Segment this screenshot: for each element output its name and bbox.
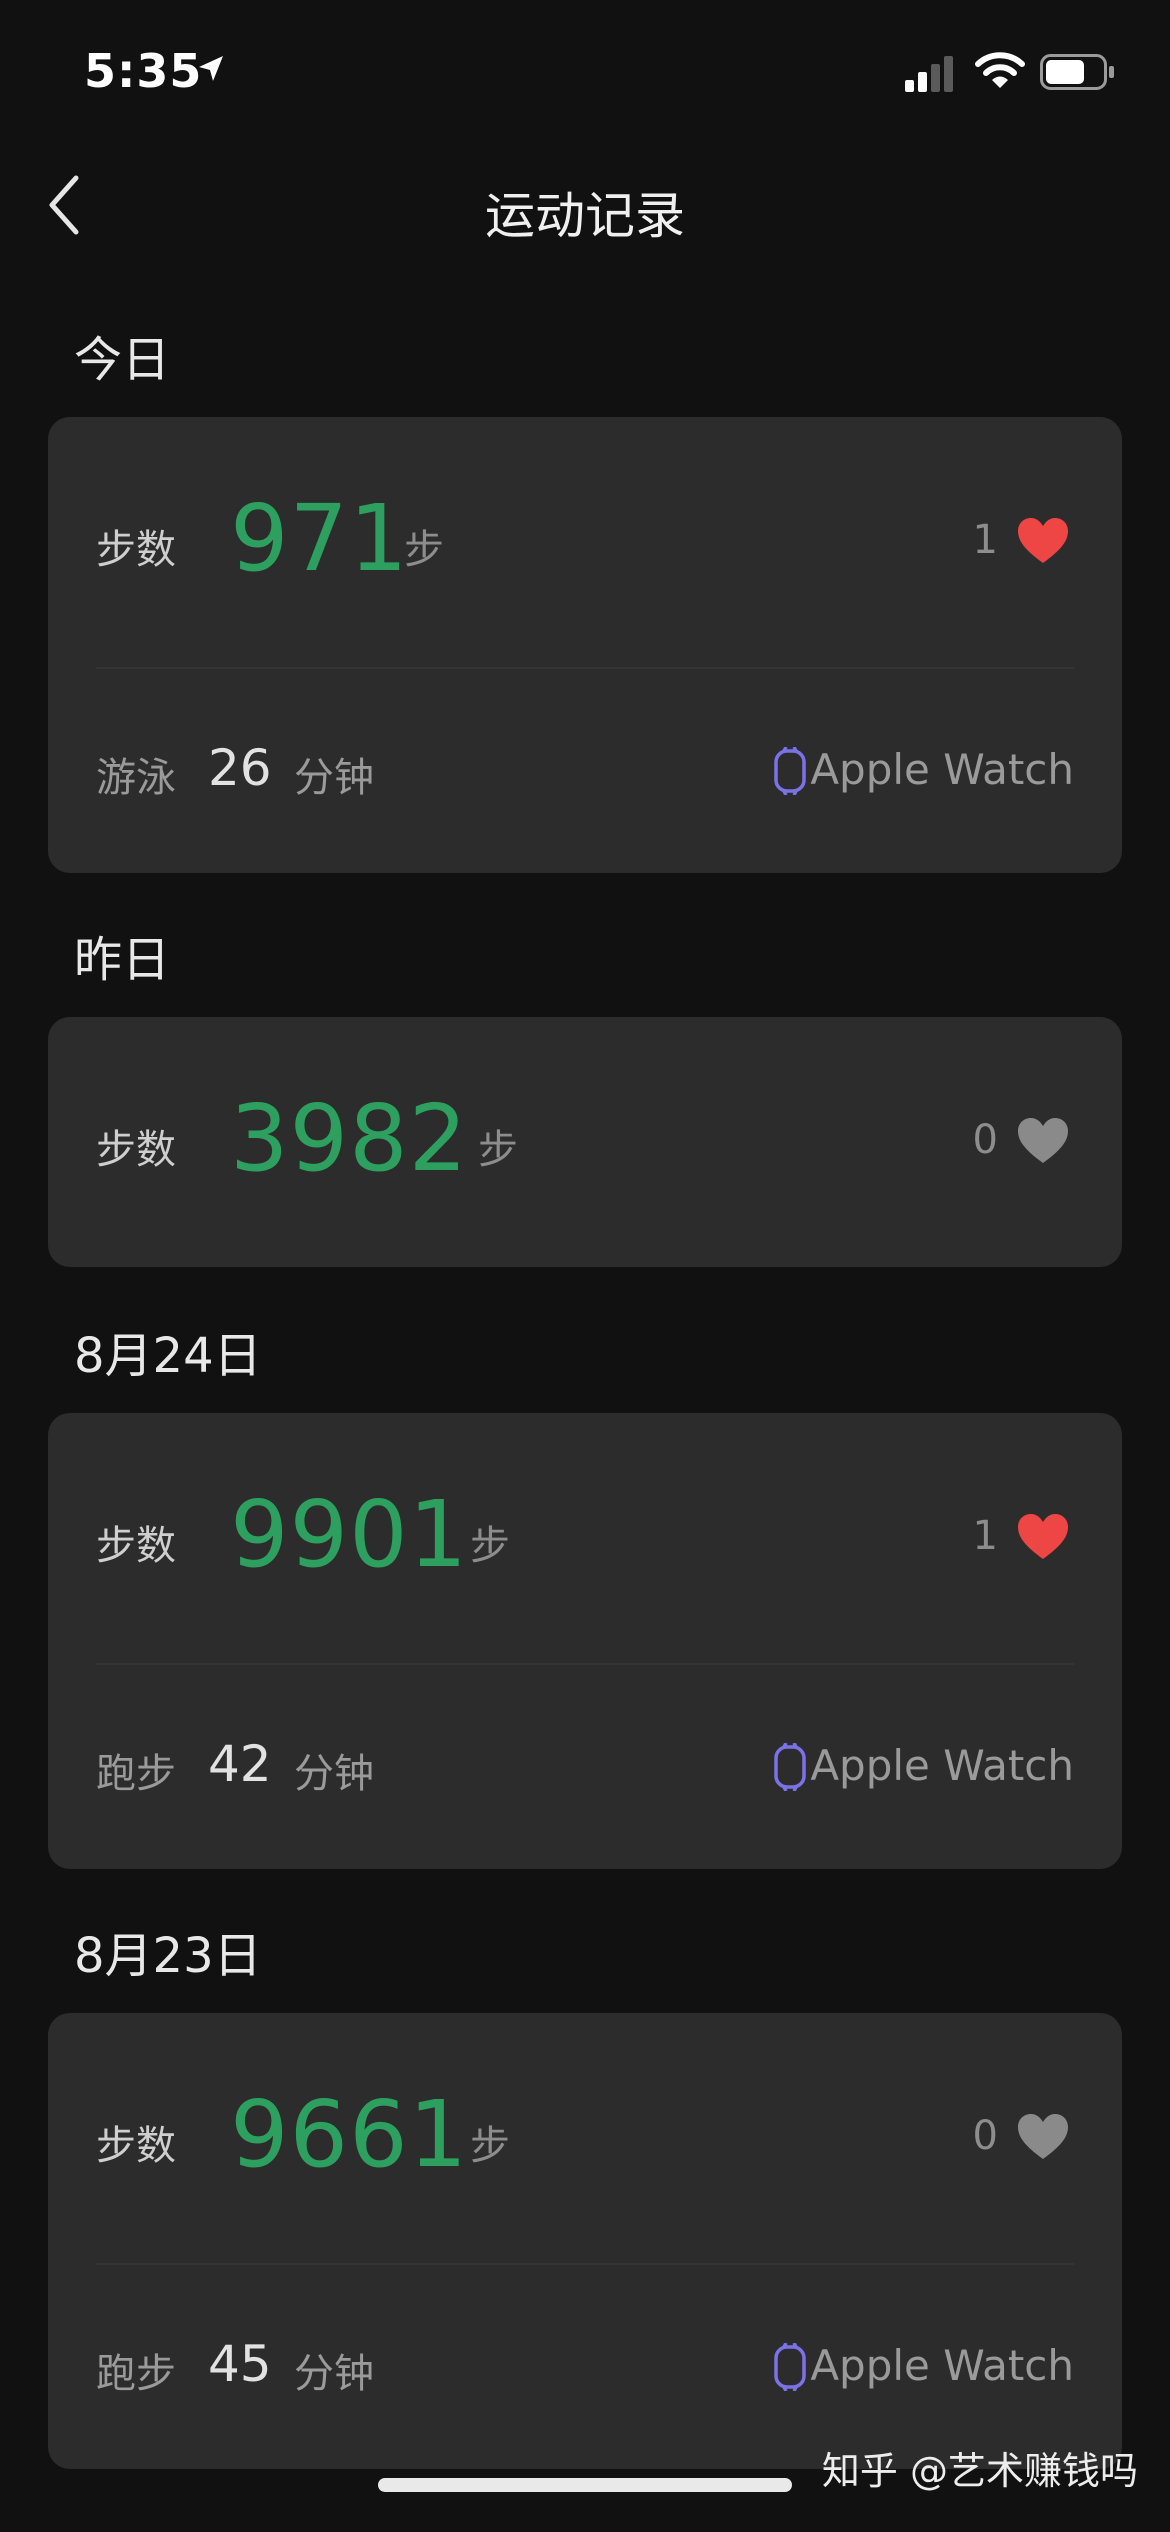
steps-unit: 步 xyxy=(404,527,444,573)
home-indicator[interactable] xyxy=(378,2478,792,2492)
wifi-icon xyxy=(975,52,1025,88)
steps-label: 步数 xyxy=(96,1523,176,1569)
steps-row: 步数 9661 步 0 xyxy=(48,2013,1122,2263)
steps-value: 971 xyxy=(230,485,409,592)
cellular-signal-icon xyxy=(905,56,953,92)
steps-label: 步数 xyxy=(96,527,176,573)
apple-watch-icon xyxy=(774,747,806,795)
heart-icon[interactable] xyxy=(1016,1117,1070,1165)
day-card-yesterday[interactable]: 步数 3982 步 0 xyxy=(48,1017,1122,1267)
day-card-today[interactable]: 步数 971 步 1 游泳 26 分钟 Apple Watch xyxy=(48,417,1122,873)
steps-unit: 步 xyxy=(470,2123,510,2169)
heart-icon[interactable] xyxy=(1016,517,1070,565)
steps-label: 步数 xyxy=(96,1127,176,1173)
steps-label: 步数 xyxy=(96,2123,176,2169)
activity-row: 跑步 45 分钟 Apple Watch xyxy=(48,2265,1122,2469)
activity-row: 跑步 42 分钟 Apple Watch xyxy=(48,1665,1122,1869)
day-card-aug24[interactable]: 步数 9901 步 1 跑步 42 分钟 Apple Watch xyxy=(48,1413,1122,1869)
activity-name: 跑步 xyxy=(96,1751,176,1797)
steps-value: 9901 xyxy=(230,1481,469,1588)
like-count: 1 xyxy=(972,1513,998,1559)
watermark: 知乎 @艺术赚钱吗 xyxy=(821,2449,1138,2493)
heart-icon[interactable] xyxy=(1016,1513,1070,1561)
location-arrow-icon xyxy=(199,56,223,81)
steps-unit: 步 xyxy=(478,1127,518,1173)
heart-icon[interactable] xyxy=(1016,2113,1070,2161)
activity-row: 游泳 26 分钟 Apple Watch xyxy=(48,669,1122,873)
source-label: Apple Watch xyxy=(810,745,1074,794)
steps-row: 步数 971 步 1 xyxy=(48,417,1122,667)
section-title-yesterday: 昨日 xyxy=(74,932,171,988)
activity-minutes: 42 xyxy=(208,1735,272,1793)
minutes-unit: 分钟 xyxy=(294,755,374,801)
apple-watch-icon xyxy=(774,1743,806,1791)
section-title-today: 今日 xyxy=(74,332,171,388)
source-label: Apple Watch xyxy=(810,1741,1074,1790)
source-label: Apple Watch xyxy=(810,2341,1074,2390)
minutes-unit: 分钟 xyxy=(294,1751,374,1797)
activity-minutes: 26 xyxy=(208,739,272,797)
section-title-aug24: 8月24日 xyxy=(74,1328,262,1384)
battery-icon xyxy=(1040,54,1114,90)
steps-row: 步数 9901 步 1 xyxy=(48,1413,1122,1663)
status-time: 5:35 xyxy=(84,44,203,98)
steps-value: 3982 xyxy=(230,1085,469,1192)
steps-unit: 步 xyxy=(470,1523,510,1569)
activity-minutes: 45 xyxy=(208,2335,272,2393)
like-count: 1 xyxy=(972,517,998,563)
steps-row: 步数 3982 步 0 xyxy=(48,1017,1122,1267)
status-bar: 5:35 xyxy=(0,0,1170,140)
apple-watch-icon xyxy=(774,2343,806,2391)
like-count: 0 xyxy=(972,1117,998,1163)
steps-value: 9661 xyxy=(230,2081,469,2188)
like-count: 0 xyxy=(972,2113,998,2159)
section-title-aug23: 8月23日 xyxy=(74,1928,262,1984)
page-title: 运动记录 xyxy=(485,187,685,245)
minutes-unit: 分钟 xyxy=(294,2351,374,2397)
activity-name: 跑步 xyxy=(96,2351,176,2397)
day-card-aug23[interactable]: 步数 9661 步 0 跑步 45 分钟 Apple Watch xyxy=(48,2013,1122,2469)
activity-name: 游泳 xyxy=(96,755,176,801)
